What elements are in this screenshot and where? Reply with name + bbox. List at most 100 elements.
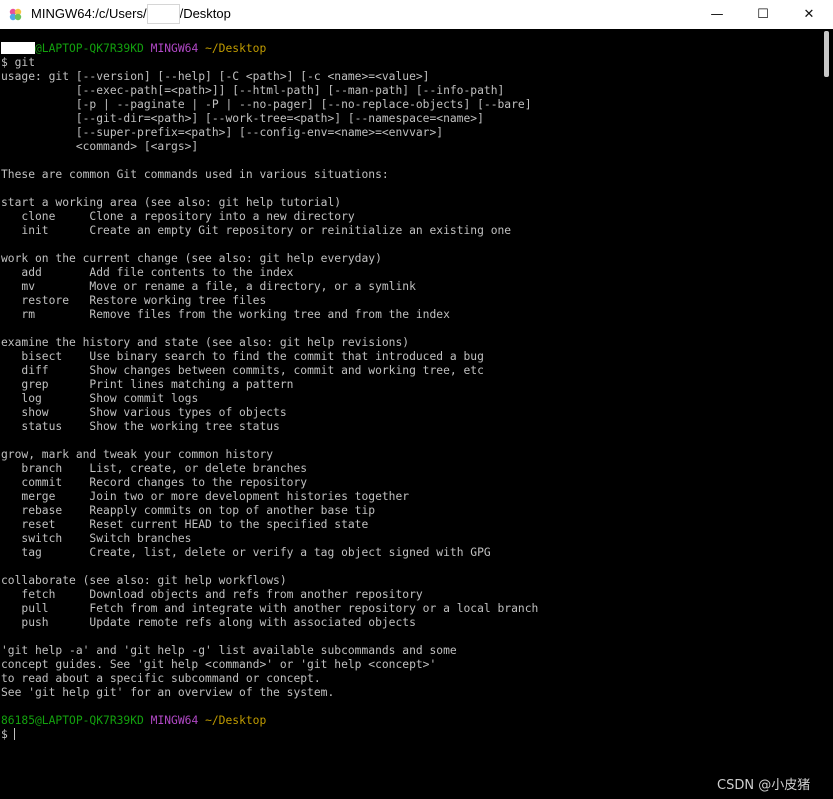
prompt-line-2: 86185@LAPTOP-QK7R39KD MINGW64 ~/Desktop — [1, 714, 538, 728]
intro-text: These are common Git commands used in va… — [1, 168, 389, 181]
command-description: Reapply commits on top of another base t… — [89, 504, 376, 517]
section-heading: collaborate (see also: git help workflow… — [1, 574, 287, 587]
command-row: commit Record changes to the repository — [1, 476, 538, 490]
redacted-username — [1, 42, 35, 54]
usage-line: [--git-dir=<path>] [--work-tree=<path>] … — [1, 112, 484, 125]
command-name: rebase — [1, 504, 90, 517]
usage-line: [--super-prefix=<path>] [--config-env=<n… — [1, 126, 444, 139]
usage-line: [--exec-path[=<path>]] [--html-path] [--… — [1, 84, 505, 97]
command-description: Create, list, delete or verify a tag obj… — [89, 546, 491, 559]
command-row: init Create an empty Git repository or r… — [1, 224, 538, 238]
footer-line: 'git help -a' and 'git help -g' list ava… — [1, 644, 457, 657]
prompt-path: ~/Desktop — [205, 42, 267, 55]
command-row: push Update remote refs along with assoc… — [1, 616, 538, 630]
command-description: Add file contents to the index — [89, 266, 294, 279]
footer-line: to read about a specific subcommand or c… — [1, 672, 321, 685]
command-sections: start a working area (see also: git help… — [1, 182, 538, 630]
minimize-button[interactable]: — — [694, 0, 740, 29]
command-name: show — [1, 406, 90, 419]
command-description: Use binary search to find the commit tha… — [89, 350, 484, 363]
section-heading: examine the history and state (see also:… — [1, 336, 410, 349]
command-row: rm Remove files from the working tree an… — [1, 308, 538, 322]
window-title-prefix: MINGW64:/c/Users/ — [31, 6, 147, 21]
usage-line: <command> [<args>] — [1, 140, 199, 153]
prompt-line: @LAPTOP-QK7R39KD MINGW64 ~/Desktop — [1, 42, 538, 56]
command-name: log — [1, 392, 90, 405]
command-description: Reset current HEAD to the specified stat… — [89, 518, 369, 531]
command-name: clone — [1, 210, 90, 223]
command-name: mv — [1, 280, 90, 293]
command-name: switch — [1, 532, 90, 545]
command-row: log Show commit logs — [1, 392, 538, 406]
command-description: Remove files from the working tree and f… — [89, 308, 450, 321]
prompt-user-host: @LAPTOP-QK7R39KD — [35, 42, 144, 55]
mingw-icon — [9, 8, 22, 21]
command-description: Update remote refs along with associated… — [89, 616, 416, 629]
command-name: status — [1, 420, 90, 433]
footer-line: concept guides. See 'git help <command>'… — [1, 658, 437, 671]
command-row: diff Show changes between commits, commi… — [1, 364, 538, 378]
footer-line: See 'git help git' for an overview of th… — [1, 686, 335, 699]
usage-block: usage: git [--version] [--help] [-C <pat… — [1, 70, 538, 154]
command-row: pull Fetch from and integrate with anoth… — [1, 602, 538, 616]
command-line: $ git — [1, 56, 36, 69]
command-row: bisect Use binary search to find the com… — [1, 350, 538, 364]
close-button[interactable]: ✕ — [786, 0, 832, 29]
watermark: CSDN @小皮猪 — [717, 778, 811, 793]
command-name: restore — [1, 294, 90, 307]
maximize-button[interactable]: ☐ — [740, 0, 786, 29]
footer-text: 'git help -a' and 'git help -g' list ava… — [1, 644, 538, 700]
command-description: Join two or more development histories t… — [89, 490, 410, 503]
prompt-symbol: $ — [1, 728, 8, 741]
prompt-path: ~/Desktop — [205, 714, 267, 727]
command-name: add — [1, 266, 90, 279]
command-name: merge — [1, 490, 90, 503]
command-name: grep — [1, 378, 90, 391]
command-description: Show changes between commits, commit and… — [89, 364, 484, 377]
prompt-env: MINGW64 — [150, 42, 199, 55]
command-description: Create an empty Git repository or reinit… — [89, 224, 512, 237]
terminal-output[interactable]: @LAPTOP-QK7R39KD MINGW64 ~/Desktop $ git… — [0, 29, 819, 799]
scrollbar-thumb[interactable] — [824, 31, 829, 77]
command-description: Record changes to the repository — [89, 476, 308, 489]
command-name: commit — [1, 476, 90, 489]
command-description: Print lines matching a pattern — [89, 378, 294, 391]
command-description: Clone a repository into a new directory — [89, 210, 355, 223]
command-row: reset Reset current HEAD to the specifie… — [1, 518, 538, 532]
command-name: diff — [1, 364, 90, 377]
section-heading: work on the current change (see also: gi… — [1, 252, 382, 265]
command-name: branch — [1, 462, 90, 475]
window-title-suffix: /Desktop — [179, 6, 231, 21]
command-name: fetch — [1, 588, 90, 601]
command-description: Show the working tree status — [89, 420, 280, 433]
close-icon: ✕ — [803, 7, 815, 22]
redacted-username-box — [147, 4, 180, 24]
command-name: tag — [1, 546, 90, 559]
maximize-icon: ☐ — [757, 7, 769, 22]
usage-line: usage: git [--version] [--help] [-C <pat… — [1, 70, 430, 83]
prompt-env: MINGW64 — [150, 714, 199, 727]
command-description: Download objects and refs from another r… — [89, 588, 423, 601]
command-description: Fetch from and integrate with another re… — [89, 602, 539, 615]
command-row: restore Restore working tree files — [1, 294, 538, 308]
command-row: switch Switch branches — [1, 532, 538, 546]
command-row: tag Create, list, delete or verify a tag… — [1, 546, 538, 560]
command-name: rm — [1, 308, 90, 321]
input-line[interactable]: $ — [1, 728, 538, 742]
command-row: show Show various types of objects — [1, 406, 538, 420]
command-row: rebase Reapply commits on top of another… — [1, 504, 538, 518]
command-name: reset — [1, 518, 90, 531]
command-description: List, create, or delete branches — [89, 462, 308, 475]
command-description: Restore working tree files — [89, 294, 267, 307]
command-name: bisect — [1, 350, 90, 363]
title-bar[interactable]: MINGW64:/c/Users/ /Desktop — ☐ ✕ — [0, 0, 833, 30]
terminal-lines: @LAPTOP-QK7R39KD MINGW64 ~/Desktop $ git… — [1, 42, 538, 742]
command-name: push — [1, 616, 90, 629]
scrollbar[interactable] — [819, 29, 833, 799]
